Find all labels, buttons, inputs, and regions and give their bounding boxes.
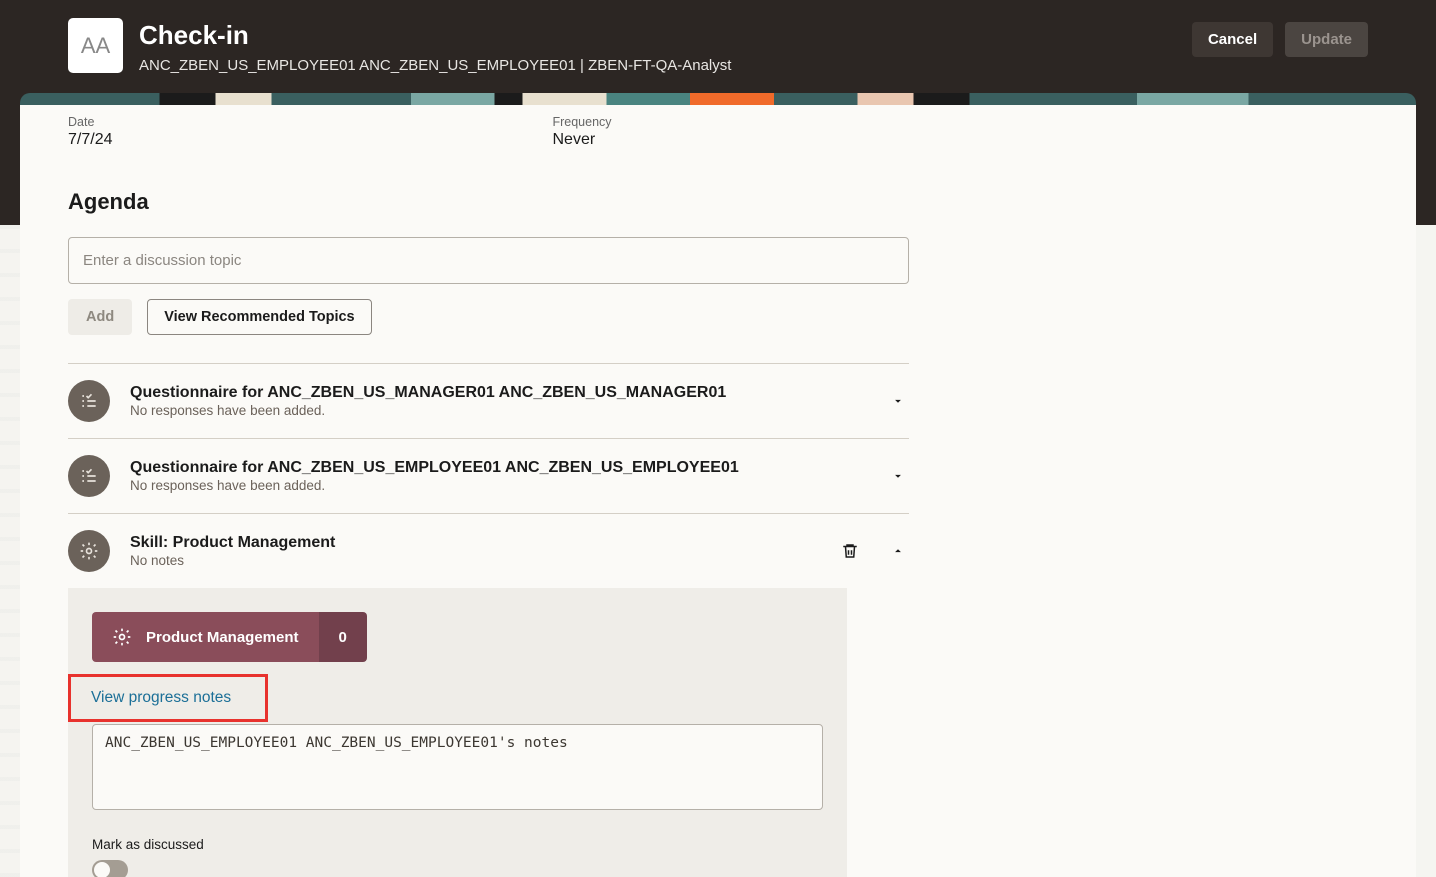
skill-icon: [68, 530, 110, 572]
mark-discussed-label: Mark as discussed: [92, 837, 823, 852]
agenda-item-text: Questionnaire for ANC_ZBEN_US_MANAGER01 …: [130, 384, 867, 418]
agenda-item-text: Skill: Product Management No notes: [130, 534, 817, 568]
cancel-button[interactable]: Cancel: [1192, 22, 1273, 57]
frequency-label: Frequency: [552, 115, 611, 129]
delete-button[interactable]: [837, 538, 863, 564]
agenda-item-sub: No responses have been added.: [130, 403, 867, 418]
frequency-meta: Frequency Never: [552, 115, 611, 149]
date-meta: Date 7/7/24: [68, 115, 112, 149]
topic-actions: Add View Recommended Topics: [68, 299, 1368, 335]
chevron-up-icon: [891, 544, 905, 558]
date-label: Date: [68, 115, 112, 129]
left-edge-decoration: [0, 225, 20, 877]
main-card: Date 7/7/24 Frequency Never Agenda Add V…: [20, 105, 1416, 877]
skill-badge-label: Product Management: [92, 612, 319, 662]
view-progress-notes-link[interactable]: View progress notes: [91, 689, 231, 706]
discussion-topic-input[interactable]: [68, 237, 909, 284]
notes-textarea[interactable]: [92, 724, 823, 810]
toggle-knob: [94, 862, 110, 877]
expand-button[interactable]: [887, 390, 909, 412]
decorative-stripe: [20, 93, 1416, 105]
agenda-item-skill[interactable]: Skill: Product Management No notes: [68, 514, 909, 588]
update-button: Update: [1285, 22, 1368, 57]
skill-badge[interactable]: Product Management 0: [92, 612, 367, 662]
avatar: AA: [68, 18, 123, 73]
header-title-block: Check-in ANC_ZBEN_US_EMPLOYEE01 ANC_ZBEN…: [139, 18, 731, 74]
agenda-item-text: Questionnaire for ANC_ZBEN_US_EMPLOYEE01…: [130, 459, 867, 493]
agenda-item-title: Questionnaire for ANC_ZBEN_US_EMPLOYEE01…: [130, 459, 867, 477]
page-subtitle: ANC_ZBEN_US_EMPLOYEE01 ANC_ZBEN_US_EMPLO…: [139, 57, 731, 74]
chevron-down-icon: [891, 394, 905, 408]
header-actions: Cancel Update: [1192, 18, 1368, 57]
agenda-item-actions: [887, 390, 909, 412]
agenda-item-sub: No responses have been added.: [130, 478, 867, 493]
agenda-heading: Agenda: [68, 189, 1368, 215]
questionnaire-icon: [68, 380, 110, 422]
agenda-item-actions: [837, 538, 909, 564]
skill-badge-name: Product Management: [146, 629, 299, 646]
view-recommended-button[interactable]: View Recommended Topics: [147, 299, 371, 335]
agenda-item-title: Questionnaire for ANC_ZBEN_US_MANAGER01 …: [130, 384, 867, 402]
chevron-down-icon: [891, 469, 905, 483]
header-left: AA Check-in ANC_ZBEN_US_EMPLOYEE01 ANC_Z…: [68, 18, 731, 74]
expand-button[interactable]: [887, 465, 909, 487]
skill-expanded-panel: Product Management 0 View progress notes…: [68, 588, 847, 877]
highlight-box: View progress notes: [68, 674, 268, 722]
agenda-item-questionnaire-employee[interactable]: Questionnaire for ANC_ZBEN_US_EMPLOYEE01…: [68, 439, 909, 513]
agenda-item-questionnaire-manager[interactable]: Questionnaire for ANC_ZBEN_US_MANAGER01 …: [68, 364, 909, 438]
date-value: 7/7/24: [68, 131, 112, 149]
questionnaire-icon: [68, 455, 110, 497]
meta-row: Date 7/7/24 Frequency Never: [68, 115, 1368, 149]
frequency-value: Never: [552, 131, 611, 149]
agenda-item-title: Skill: Product Management: [130, 534, 817, 552]
gear-icon: [112, 627, 132, 647]
agenda-item-actions: [887, 465, 909, 487]
header-content: AA Check-in ANC_ZBEN_US_EMPLOYEE01 ANC_Z…: [0, 0, 1436, 74]
agenda-item-sub: No notes: [130, 553, 817, 568]
add-button: Add: [68, 299, 132, 335]
trash-icon: [841, 542, 859, 560]
mark-discussed-toggle[interactable]: [92, 860, 128, 877]
skill-badge-count: 0: [319, 612, 367, 662]
collapse-button[interactable]: [887, 540, 909, 562]
page-title: Check-in: [139, 20, 731, 51]
